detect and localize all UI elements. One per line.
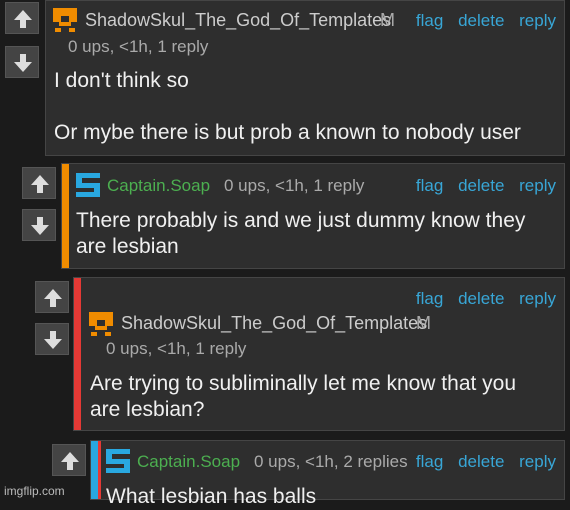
comment-line bbox=[54, 94, 559, 120]
comment-body: I don't think so Or mybe there is but pr… bbox=[54, 68, 559, 146]
mod-badge: M bbox=[416, 313, 431, 333]
comment-body: What lesbian has balls bbox=[106, 484, 556, 510]
mod-badge: M bbox=[380, 10, 395, 30]
arrow-up-icon bbox=[44, 289, 62, 307]
arrow-down-icon bbox=[44, 331, 62, 349]
reply-link[interactable]: reply bbox=[519, 452, 556, 471]
comment-body: Are trying to subliminally let me know t… bbox=[90, 371, 560, 423]
comment-line: are lesbian? bbox=[90, 398, 205, 421]
comment: flag delete reply ShadowSkul_The_God_Of_… bbox=[73, 277, 565, 431]
arrow-up-icon bbox=[61, 452, 79, 470]
delete-link[interactable]: delete bbox=[458, 11, 504, 30]
comment-meta: 0 ups, <1h, 1 reply bbox=[68, 37, 209, 56]
watermark: imgflip.com bbox=[4, 484, 65, 498]
upvote-button[interactable] bbox=[35, 281, 69, 313]
comment-meta: 0 ups, <1h, 1 reply bbox=[224, 176, 365, 195]
username[interactable]: ShadowSkul_The_God_Of_Templates bbox=[121, 313, 427, 334]
upvote-button[interactable] bbox=[22, 167, 56, 199]
thread-indicator-bar-red bbox=[98, 441, 101, 499]
delete-link[interactable]: delete bbox=[458, 176, 504, 195]
username[interactable]: ShadowSkul_The_God_Of_Templates bbox=[85, 10, 391, 31]
soap-avatar-icon bbox=[106, 449, 130, 473]
flag-link[interactable]: flag bbox=[416, 176, 443, 195]
thread-indicator-bar-blue bbox=[91, 441, 98, 499]
downvote-button[interactable] bbox=[22, 209, 56, 241]
flag-link[interactable]: flag bbox=[416, 289, 443, 308]
upvote-button[interactable] bbox=[5, 2, 39, 34]
skull-avatar-icon bbox=[53, 8, 77, 32]
comment: Captain.Soap flag delete reply 0 ups, <1… bbox=[61, 163, 565, 269]
arrow-down-icon bbox=[31, 217, 49, 235]
comment-line: Are trying to subliminally let me know t… bbox=[90, 372, 517, 395]
comment-line: What lesbian has balls bbox=[106, 485, 317, 508]
arrow-up-icon bbox=[14, 10, 32, 28]
comment-meta: 0 ups, <1h, 1 reply bbox=[106, 339, 247, 358]
comment-meta: 0 ups, <1h, 2 replies bbox=[254, 452, 408, 471]
comment-actions: flag delete reply bbox=[406, 452, 556, 472]
comment-actions: flag delete reply bbox=[406, 176, 556, 196]
reply-link[interactable]: reply bbox=[519, 176, 556, 195]
reply-link[interactable]: reply bbox=[519, 11, 556, 30]
soap-avatar-icon bbox=[76, 173, 100, 197]
upvote-button[interactable] bbox=[52, 444, 86, 476]
comment-line: There probably is and we just dummy know… bbox=[76, 209, 526, 232]
username[interactable]: Captain.Soap bbox=[137, 452, 240, 472]
arrow-down-icon bbox=[14, 54, 32, 72]
arrow-up-icon bbox=[31, 175, 49, 193]
comment: Captain.Soap 0 ups, <1h, 2 replies flag … bbox=[90, 440, 565, 508]
comment-actions: flag delete reply bbox=[406, 289, 556, 309]
downvote-button[interactable] bbox=[35, 323, 69, 355]
username[interactable]: Captain.Soap bbox=[107, 176, 210, 196]
delete-link[interactable]: delete bbox=[458, 452, 504, 471]
comment-actions: flag delete reply bbox=[406, 11, 556, 31]
reply-link[interactable]: reply bbox=[519, 289, 556, 308]
comment-line: I don't think so bbox=[54, 69, 189, 92]
flag-link[interactable]: flag bbox=[416, 11, 443, 30]
comment-body: There probably is and we just dummy know… bbox=[76, 208, 561, 260]
comment: ShadowSkul_The_God_Of_Templates M flag d… bbox=[45, 0, 565, 156]
comment-line: Or mybe there is but prob a known to nob… bbox=[54, 121, 521, 144]
thread-indicator-bar bbox=[74, 278, 81, 430]
downvote-button[interactable] bbox=[5, 46, 39, 78]
flag-link[interactable]: flag bbox=[416, 452, 443, 471]
delete-link[interactable]: delete bbox=[458, 289, 504, 308]
comment-line: are lesbian bbox=[76, 235, 179, 258]
skull-avatar-icon bbox=[89, 312, 113, 336]
thread-indicator-bar bbox=[62, 164, 69, 268]
